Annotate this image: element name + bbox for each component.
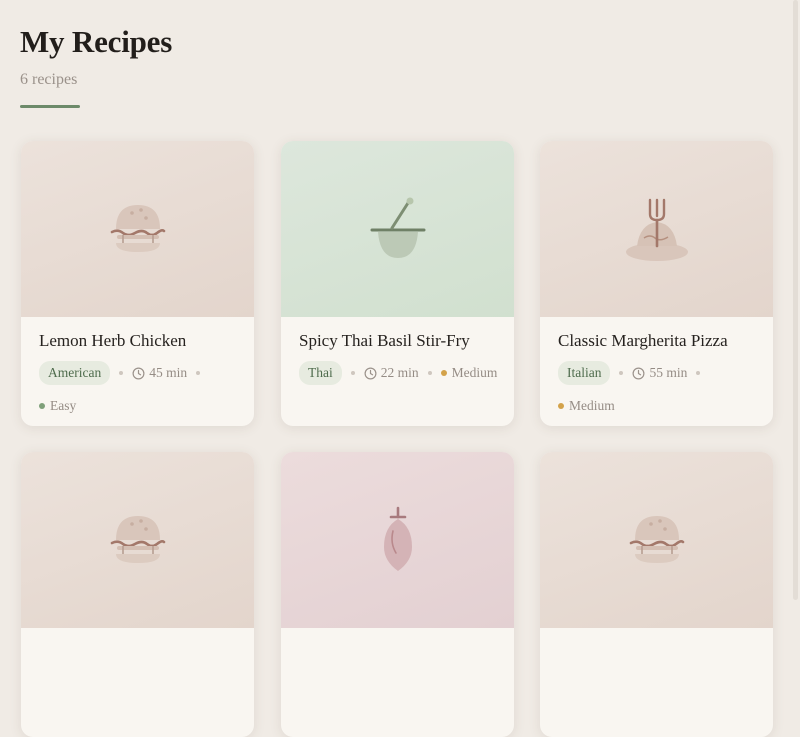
difficulty: Medium — [440, 364, 498, 382]
difficulty-text: Medium — [569, 398, 615, 413]
recipe-thumbnail — [281, 141, 514, 317]
clock-icon — [364, 367, 377, 379]
cuisine-tag: Italian — [558, 361, 611, 385]
difficulty-dot — [39, 403, 45, 409]
difficulty-text: Easy — [50, 398, 77, 413]
separator-dot — [350, 371, 355, 375]
separator-dot — [119, 371, 124, 375]
cook-time: 45 min — [132, 365, 187, 381]
page-title: My Recipes — [20, 24, 173, 59]
recipe-card[interactable]: Classic Margherita Pizza Italian 55 min … — [540, 141, 773, 426]
recipe-title: Lemon Herb Chicken — [39, 331, 187, 350]
recipe-thumbnail — [540, 452, 773, 628]
recipe-card[interactable] — [21, 452, 254, 737]
clock-icon — [632, 367, 645, 379]
difficulty: Easy — [39, 397, 76, 415]
recipe-title: Classic Margherita Pizza — [558, 331, 728, 350]
burger-icon — [110, 205, 165, 252]
cook-time: 55 min — [632, 365, 687, 381]
recipe-thumbnail — [540, 141, 773, 317]
separator-dot — [696, 371, 701, 375]
clock-icon — [132, 367, 145, 379]
difficulty: Medium — [558, 397, 615, 415]
cook-time-text: 55 min — [649, 365, 688, 380]
cuisine-tag: Thai — [299, 361, 342, 385]
bottle-icon — [383, 506, 412, 571]
recipe-thumbnail — [21, 452, 254, 628]
cook-time-text: 45 min — [149, 365, 188, 380]
separator-dot — [427, 371, 432, 375]
recipe-card[interactable] — [540, 452, 773, 737]
burger-icon — [629, 516, 684, 563]
separator-dot — [619, 371, 624, 375]
title-underline — [20, 105, 80, 108]
separator-dot — [196, 371, 201, 375]
recipe-title: Spicy Thai Basil Stir-Fry — [299, 331, 470, 350]
burger-icon — [110, 516, 165, 563]
difficulty-text: Medium — [451, 365, 498, 380]
cook-time-text: 22 min — [380, 365, 419, 380]
cook-time: 22 min — [364, 365, 419, 381]
recipe-card[interactable] — [281, 452, 514, 737]
recipe-card[interactable]: Lemon Herb Chicken American 45 min Easy — [21, 141, 254, 426]
wok-spatula-icon — [370, 197, 425, 258]
scrollbar[interactable] — [793, 0, 798, 600]
cuisine-tag: American — [39, 361, 111, 385]
recipe-thumbnail — [21, 141, 254, 317]
recipe-thumbnail — [281, 452, 514, 628]
recipe-count: 6 recipes — [20, 71, 78, 88]
difficulty-dot — [440, 370, 447, 376]
fork-plate-icon — [625, 198, 688, 261]
difficulty-dot — [558, 403, 564, 409]
recipe-card[interactable]: Spicy Thai Basil Stir-Fry Thai 22 min Me… — [281, 141, 514, 426]
